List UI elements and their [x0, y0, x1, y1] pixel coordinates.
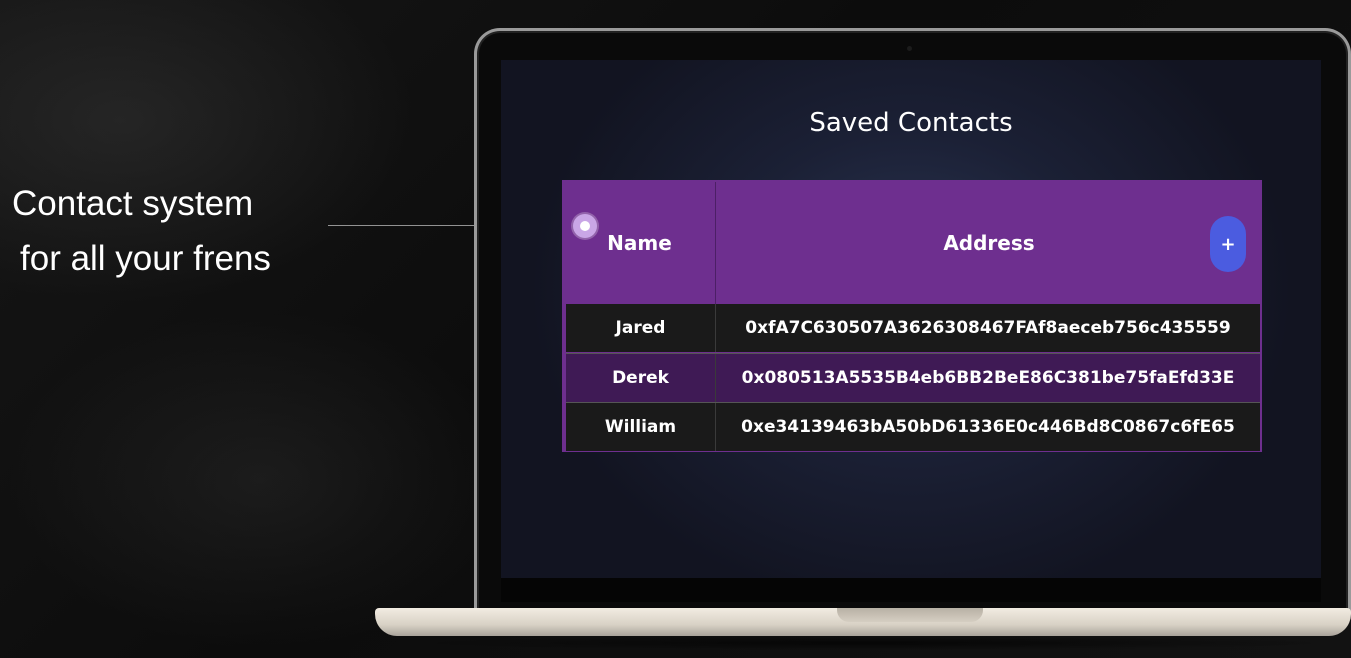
callout-line-2: for all your frens [20, 239, 271, 278]
callout-line-1: Contact system [12, 184, 254, 223]
laptop-notch [837, 608, 983, 622]
table-row[interactable]: William 0xe34139463bA50bD61336E0c446Bd8C… [566, 402, 1260, 451]
table-row[interactable]: Derek 0x080513A5535B4eb6BB2BeE86C381be75… [566, 353, 1260, 402]
contact-address: 0xfA7C630507A3626308467FAf8aeceb756c4355… [745, 318, 1231, 338]
contact-address: 0xe34139463bA50bD61336E0c446Bd8C0867c6fE… [741, 417, 1235, 437]
column-header-address: Address [716, 182, 1262, 304]
page-title: Saved Contacts [809, 108, 1013, 138]
contact-name: William [566, 403, 716, 451]
contact-name: Derek [566, 354, 716, 402]
callout-text: Contact system for all your frens [12, 176, 271, 286]
contact-name: Jared [566, 304, 716, 352]
column-header-address-label: Address [943, 231, 1035, 255]
contact-address: 0x080513A5535B4eb6BB2BeE86C381be75faEfd3… [741, 368, 1235, 388]
laptop-screen: Saved Contacts Name Address + Jared 0xfA… [501, 60, 1321, 578]
contacts-table: Name Address + Jared 0xfA7C630507A362630… [562, 180, 1262, 452]
screen-bezel-bottom [501, 578, 1321, 602]
add-contact-button[interactable]: + [1210, 216, 1246, 272]
column-header-name: Name [564, 182, 716, 304]
table-row[interactable]: Jared 0xfA7C630507A3626308467FAf8aeceb75… [566, 304, 1260, 352]
camera-icon [907, 46, 912, 51]
laptop-shadow [400, 636, 1340, 650]
dot-marker-icon [573, 214, 597, 238]
